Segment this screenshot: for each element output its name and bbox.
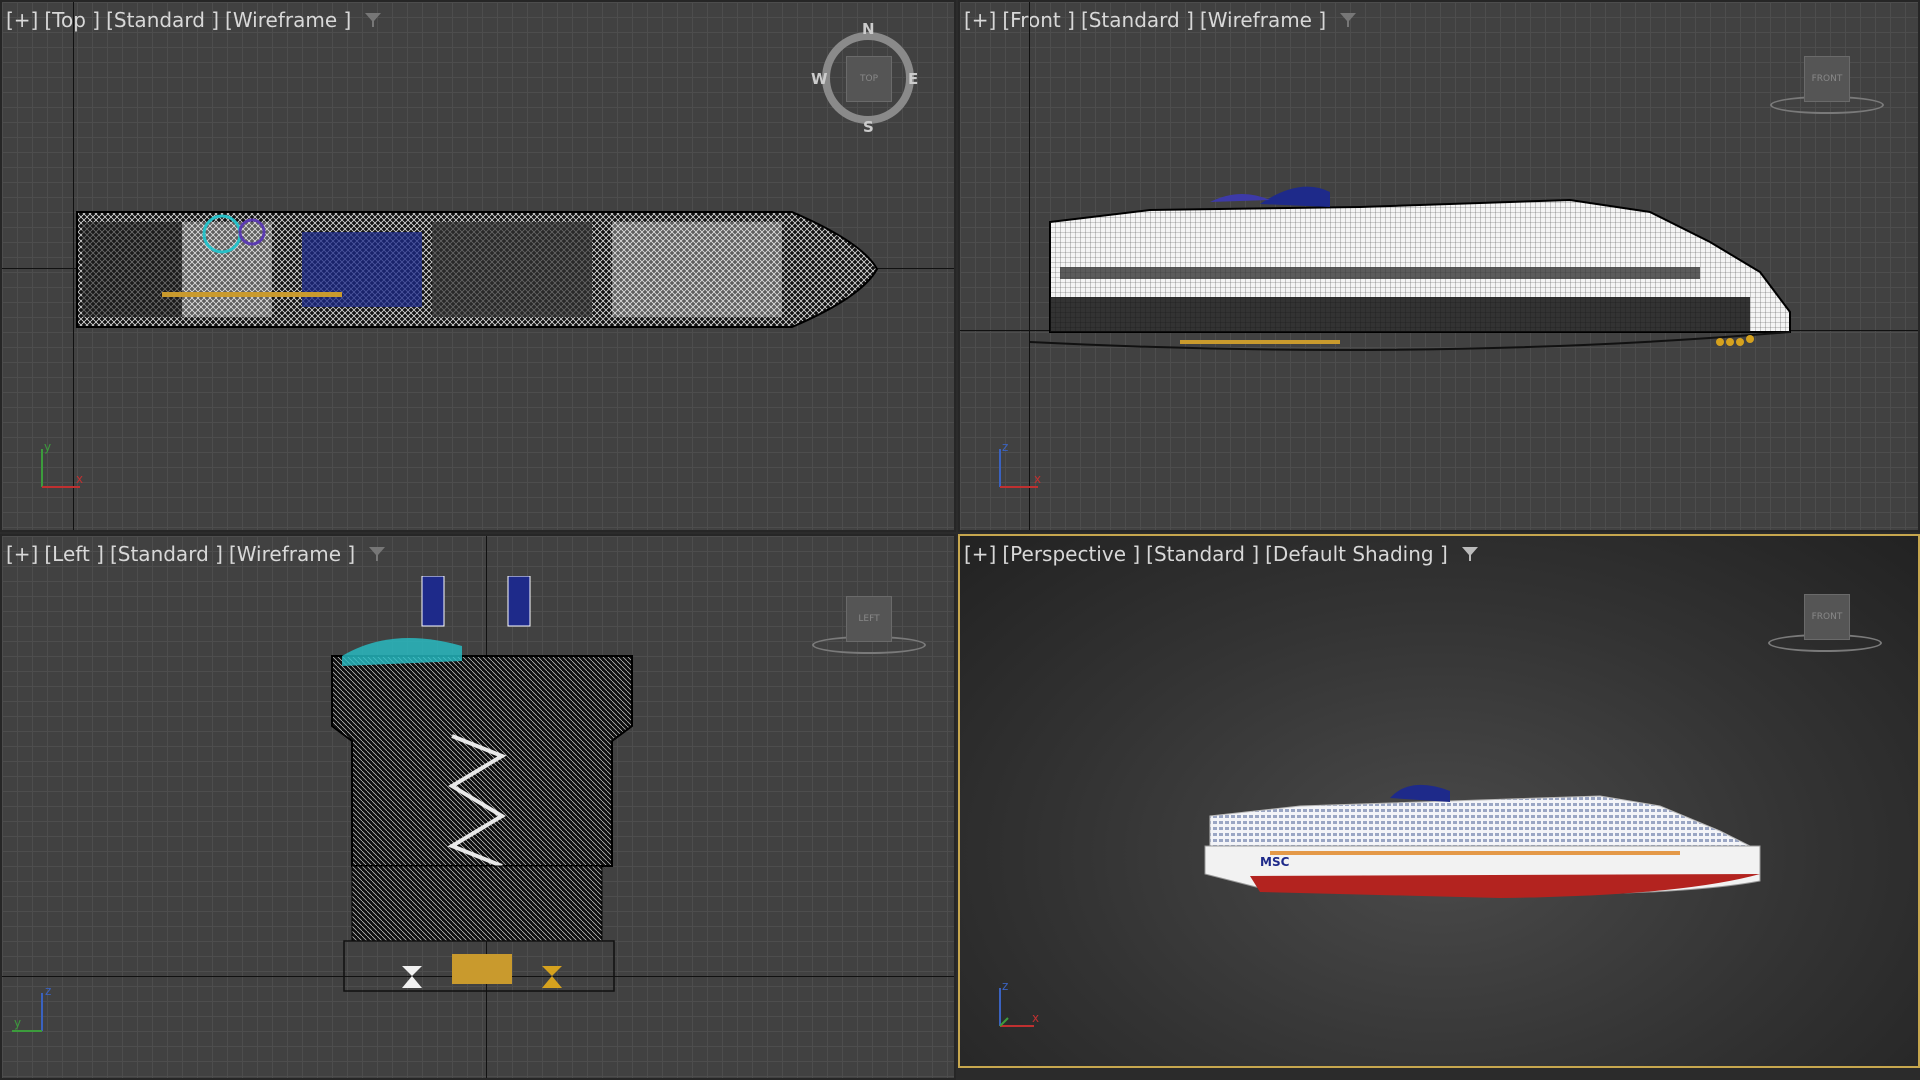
viewcube[interactable]: LEFT	[846, 596, 892, 642]
axis-tripod: z x	[999, 440, 1041, 488]
viewcube[interactable]: FRONT	[1804, 56, 1850, 102]
point-of-view-menu[interactable]: [Front ]	[1002, 8, 1075, 32]
viewport-label-front: [+] [Front ] [Standard ] [Wireframe ]	[964, 8, 1358, 32]
viewcube-face-label: FRONT	[1811, 74, 1843, 84]
viewport-perspective[interactable]: [+] [Perspective ] [Standard ] [Default …	[958, 534, 1920, 1068]
viewport-top[interactable]: [+] [Top ] [Standard ] [Wireframe ] TOP …	[0, 0, 956, 532]
viewport-label-top: [+] [Top ] [Standard ] [Wireframe ]	[6, 8, 383, 32]
axis-tripod: y x	[41, 440, 83, 488]
shading-menu[interactable]: [Wireframe ]	[225, 8, 351, 32]
viewcube-face-label: TOP	[859, 74, 878, 84]
viewport-left[interactable]: [+] [Left ] [Standard ] [Wireframe ] LEF…	[0, 534, 956, 1080]
point-of-view-menu[interactable]: [Left ]	[44, 542, 104, 566]
axis-tripod: z x	[999, 979, 1039, 1027]
axis-label-a: y	[44, 440, 51, 454]
ship-shaded-perspective[interactable]: MSC	[1200, 766, 1780, 906]
compass-south: S	[863, 118, 874, 136]
filter-icon[interactable]	[1338, 10, 1358, 30]
viewcube[interactable]: TOP	[846, 56, 892, 102]
compass-east: E	[908, 70, 919, 88]
axis-label-a: z	[45, 984, 51, 998]
point-of-view-menu[interactable]: [Perspective ]	[1002, 542, 1140, 566]
axis-tripod: z y	[12, 984, 51, 1032]
axis-label-a: z	[1002, 979, 1008, 993]
viewport-plus-menu[interactable]: [+]	[6, 542, 38, 566]
viewport-front[interactable]: [+] [Front ] [Standard ] [Wireframe ] FR…	[958, 0, 1920, 532]
filter-icon[interactable]	[367, 544, 387, 564]
filter-icon[interactable]	[363, 10, 383, 30]
preset-menu[interactable]: [Standard ]	[1146, 542, 1259, 566]
viewcube-face-label: LEFT	[858, 614, 880, 624]
viewport-plus-menu[interactable]: [+]	[964, 8, 996, 32]
viewcube-face-label: FRONT	[1811, 612, 1843, 622]
viewport-plus-menu[interactable]: [+]	[6, 8, 38, 32]
preset-menu[interactable]: [Standard ]	[106, 8, 219, 32]
axis-label-b: x	[1032, 1011, 1039, 1025]
viewport-plus-menu[interactable]: [+]	[964, 542, 996, 566]
ship-wireframe-top[interactable]	[72, 202, 882, 337]
hull-logo-text: MSC	[1260, 855, 1290, 869]
viewport-label-perspective: [+] [Perspective ] [Standard ] [Default …	[964, 542, 1480, 566]
preset-menu[interactable]: [Standard ]	[110, 542, 223, 566]
axis-label-b: x	[1034, 472, 1041, 486]
compass-west: W	[811, 70, 828, 88]
viewcube[interactable]: FRONT	[1804, 594, 1850, 640]
ship-wireframe-left[interactable]	[312, 576, 652, 1056]
axis-label-b: x	[76, 472, 83, 486]
compass-north: N	[862, 20, 875, 38]
shading-menu[interactable]: [Wireframe ]	[229, 542, 355, 566]
axis-label-a: z	[1002, 440, 1008, 454]
preset-menu[interactable]: [Standard ]	[1081, 8, 1194, 32]
axis-label-b: y	[14, 1016, 21, 1030]
shading-menu[interactable]: [Wireframe ]	[1200, 8, 1326, 32]
shading-menu[interactable]: [Default Shading ]	[1265, 542, 1448, 566]
ship-wireframe-front[interactable]	[1030, 162, 1810, 362]
viewport-label-left: [+] [Left ] [Standard ] [Wireframe ]	[6, 542, 387, 566]
filter-icon[interactable]	[1460, 544, 1480, 564]
